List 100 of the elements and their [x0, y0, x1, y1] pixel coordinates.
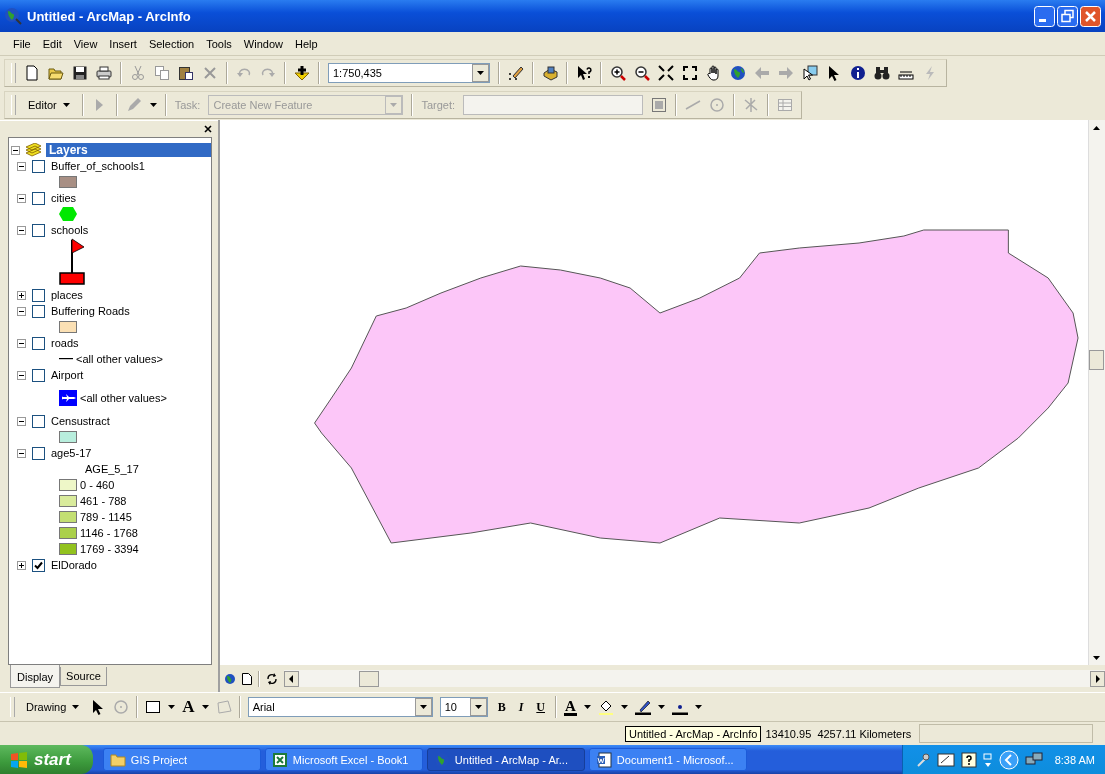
select-features-icon[interactable]: [802, 65, 818, 81]
menu-item[interactable]: File: [8, 35, 36, 52]
zoom-in-icon[interactable]: [610, 65, 626, 81]
fill-bucket-icon[interactable]: [597, 699, 614, 715]
layer-name[interactable]: Buffer_of_schools1: [51, 160, 145, 172]
format-button[interactable]: B: [494, 699, 509, 715]
horizontal-scrollbar[interactable]: [284, 670, 1105, 687]
print-icon[interactable]: [96, 65, 112, 81]
checkbox[interactable]: [32, 558, 45, 572]
editor-pencil-icon[interactable]: [508, 65, 524, 81]
scroll-thumb-icon[interactable]: [1089, 350, 1104, 371]
open-folder-icon[interactable]: [48, 65, 64, 81]
fixed-zoom-out-icon[interactable]: [682, 65, 698, 81]
menu-item[interactable]: Insert: [104, 35, 142, 52]
vertical-scrollbar[interactable]: [1088, 120, 1105, 665]
taskbar-button[interactable]: GIS Project: [102, 748, 261, 771]
expand-toggle-icon[interactable]: [17, 448, 26, 458]
layer-name[interactable]: Buffering Roads: [51, 305, 130, 317]
language-bar-icon[interactable]: [936, 751, 955, 768]
font-dropdown[interactable]: Arial: [247, 697, 433, 717]
caret-icon[interactable]: [72, 705, 80, 709]
menu-item[interactable]: Tools: [201, 35, 237, 52]
checkbox[interactable]: [32, 288, 45, 302]
panel-tab[interactable]: Display: [10, 665, 61, 688]
editor-menu[interactable]: Editor: [24, 97, 74, 113]
restore-icon[interactable]: [1057, 5, 1078, 27]
layer-name[interactable]: cities: [51, 192, 77, 204]
line-color-icon[interactable]: [634, 699, 651, 715]
folder-icon[interactable]: [109, 752, 126, 767]
checkbox[interactable]: [32, 414, 45, 428]
layer-name[interactable]: roads: [51, 337, 79, 349]
spreadsheet-icon[interactable]: [271, 751, 288, 768]
globe-icon[interactable]: [730, 65, 746, 81]
collapse-tray-icon[interactable]: [998, 749, 1019, 770]
checkbox[interactable]: [32, 191, 45, 205]
caret-icon[interactable]: [149, 103, 157, 107]
refresh-icon[interactable]: [266, 672, 278, 685]
scale-field[interactable]: 1:750,435: [328, 63, 490, 83]
taskbar-button[interactable]: Microsoft Excel - Book1: [264, 748, 423, 771]
checkbox[interactable]: [32, 159, 45, 173]
menu-item[interactable]: Selection: [143, 35, 200, 52]
pan-hand-icon[interactable]: [706, 65, 722, 81]
expand-toggle-icon[interactable]: [17, 338, 26, 348]
expand-toggle-icon[interactable]: [17, 370, 26, 380]
caret-icon[interactable]: [657, 705, 665, 709]
menu-item[interactable]: Help: [289, 35, 323, 52]
document-icon[interactable]: [595, 751, 612, 768]
expand-toggle-icon[interactable]: [17, 560, 26, 570]
expand-toggle-icon[interactable]: [17, 416, 26, 426]
save-icon[interactable]: [72, 65, 88, 81]
paste-icon[interactable]: [178, 65, 194, 81]
checkbox[interactable]: [32, 223, 45, 237]
expand-toggle-icon[interactable]: [17, 225, 26, 235]
caret-icon[interactable]: [62, 103, 70, 107]
expand-toggle-icon[interactable]: [17, 306, 26, 316]
rectangle-icon[interactable]: [145, 699, 162, 715]
format-button[interactable]: U: [533, 699, 548, 715]
checkbox[interactable]: [32, 446, 45, 460]
copy-icon[interactable]: [154, 65, 170, 81]
font-size-dropdown[interactable]: 10: [439, 697, 488, 717]
zoom-out-icon[interactable]: [634, 65, 650, 81]
info-icon[interactable]: [850, 65, 866, 81]
checkbox[interactable]: [32, 368, 45, 382]
add-data-icon[interactable]: [294, 65, 310, 81]
caret-icon[interactable]: [694, 705, 702, 709]
caret-icon[interactable]: [583, 705, 591, 709]
menu-item[interactable]: Edit: [37, 35, 67, 52]
layer-name[interactable]: ElDorado: [51, 559, 97, 571]
layer-name[interactable]: Airport: [51, 369, 84, 381]
format-button[interactable]: I: [515, 699, 527, 715]
cabinet-icon[interactable]: [542, 65, 558, 81]
caret-icon[interactable]: [620, 705, 628, 709]
network-icon[interactable]: [1024, 751, 1043, 768]
expand-toggle-icon[interactable]: [17, 161, 26, 171]
menu-item[interactable]: View: [68, 35, 103, 52]
taskbar-button[interactable]: Untitled - ArcMap - Ar...: [426, 748, 585, 771]
fixed-zoom-in-icon[interactable]: [658, 65, 674, 81]
tree-root-item[interactable]: Layers: [46, 143, 211, 157]
expand-toggle-icon[interactable]: [11, 145, 20, 155]
menu-item[interactable]: Window: [238, 35, 288, 52]
checkbox[interactable]: [32, 336, 45, 350]
drawing-menu[interactable]: Drawing: [22, 699, 84, 715]
data-view-icon[interactable]: [224, 672, 236, 685]
binoculars-icon[interactable]: [874, 65, 890, 81]
scroll-right-icon[interactable]: [1090, 670, 1105, 687]
caret-icon[interactable]: [168, 705, 176, 709]
new-document-icon[interactable]: [24, 65, 40, 81]
taskbar-button[interactable]: Document1 - Microsof...: [588, 748, 747, 771]
font-color-button[interactable]: A: [564, 698, 577, 716]
layer-name[interactable]: schools: [51, 224, 89, 236]
text-tool[interactable]: A: [182, 697, 195, 717]
layer-name[interactable]: age5-17: [51, 447, 92, 459]
panel-tab[interactable]: Source: [60, 667, 107, 686]
scroll-thumb-icon[interactable]: [359, 670, 379, 687]
scroll-left-icon[interactable]: [284, 670, 299, 687]
caret-icon[interactable]: [201, 705, 209, 709]
layer-name[interactable]: places: [51, 289, 83, 301]
close-icon[interactable]: [1080, 5, 1101, 27]
restore-windows-icon[interactable]: [982, 751, 993, 768]
close-panel-icon[interactable]: [204, 125, 212, 133]
